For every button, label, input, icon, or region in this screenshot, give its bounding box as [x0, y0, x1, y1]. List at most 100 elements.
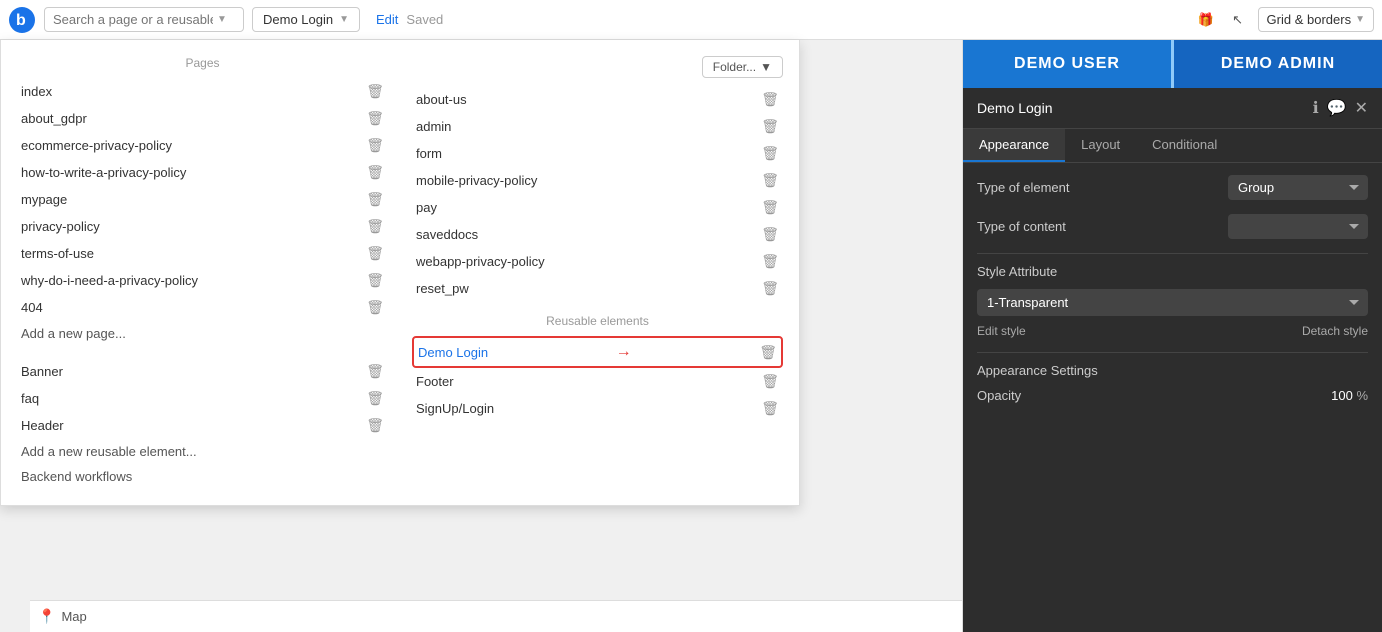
style-links: Edit style Detach style — [977, 324, 1368, 338]
delete-icon[interactable]: 🗑 — [761, 253, 779, 270]
delete-icon[interactable]: 🗑 — [366, 164, 384, 181]
right-reusable-item[interactable]: Footer 🗑 — [412, 368, 783, 395]
left-page-item[interactable]: about_gdpr🗑 — [17, 105, 388, 132]
highlighted-item-name: Demo Login — [418, 345, 488, 360]
delete-icon[interactable]: 🗑 — [366, 191, 384, 208]
left-page-item[interactable]: why-do-i-need-a-privacy-policy 🗑 — [17, 267, 388, 294]
close-icon[interactable]: ✕ — [1355, 98, 1368, 118]
delete-icon[interactable]: 🗑 — [761, 373, 779, 390]
delete-icon[interactable]: 🗑 — [761, 199, 779, 216]
left-reusable-item[interactable]: Banner🗑 — [17, 358, 388, 385]
delete-icon[interactable]: 🗑 — [366, 299, 384, 316]
right-page-item[interactable]: webapp-privacy-policy🗑 — [412, 248, 783, 275]
right-page-item[interactable]: pay 🗑 — [412, 194, 783, 221]
page-item-name: how-to-write-a-privacy-policy — [21, 165, 186, 180]
detach-style-link[interactable]: Detach style — [1302, 324, 1368, 338]
left-reusable-list: Banner🗑 faq 🗑 Header 🗑 — [17, 358, 388, 439]
left-page-item[interactable]: privacy-policy🗑 — [17, 213, 388, 240]
delete-icon[interactable]: 🗑 — [366, 137, 384, 154]
edit-style-link[interactable]: Edit style — [977, 324, 1026, 338]
demo-user-button[interactable]: DEMO USER — [963, 40, 1171, 88]
saved-label: Saved — [406, 12, 443, 27]
page-item-name: reset_pw — [416, 281, 469, 296]
delete-icon[interactable]: 🗑 — [366, 390, 384, 407]
tab-layout[interactable]: Layout — [1065, 129, 1136, 162]
props-header-icons: ℹ 💬 ✕ — [1313, 98, 1368, 118]
delete-icon[interactable]: 🗑 — [761, 145, 779, 162]
delete-icon[interactable]: 🗑 — [761, 91, 779, 108]
highlighted-reusable-item[interactable]: Demo Login→🗑 — [412, 336, 783, 368]
backend-workflows-link[interactable]: Backend workflows — [17, 464, 388, 489]
gift-icon[interactable]: 🎁 — [1194, 8, 1218, 32]
demo-admin-button[interactable]: DEMO ADMIN — [1171, 40, 1382, 88]
reusable-item-name: faq — [21, 391, 39, 406]
folder-button[interactable]: Folder... ▼ — [702, 56, 783, 78]
add-reusable-link[interactable]: Add a new reusable element... — [17, 439, 388, 464]
opacity-label: Opacity — [977, 388, 1021, 403]
left-reusable-item[interactable]: Header 🗑 — [17, 412, 388, 439]
appearance-settings-label: Appearance Settings — [977, 363, 1368, 378]
search-box[interactable]: ▼ — [44, 7, 244, 32]
delete-icon[interactable]: 🗑 — [366, 417, 384, 434]
type-of-content-select[interactable] — [1228, 214, 1368, 239]
right-pages-list: about-us🗑admin🗑form🗑mobile-privacy-polic… — [412, 86, 783, 302]
props-body: Type of element Group Type of content St… — [963, 163, 1382, 415]
opacity-value-group: 100 % — [1331, 388, 1368, 403]
type-of-element-select[interactable]: Group — [1228, 175, 1368, 200]
info-icon[interactable]: ℹ — [1313, 98, 1319, 118]
add-page-link[interactable]: Add a new page... — [17, 321, 388, 346]
page-item-name: pay — [416, 200, 437, 215]
pages-label: Pages — [17, 56, 388, 70]
delete-icon[interactable]: 🗑 — [366, 218, 384, 235]
page-item-name: why-do-i-need-a-privacy-policy — [21, 273, 198, 288]
comment-icon[interactable]: 💬 — [1327, 98, 1347, 118]
left-page-item[interactable]: 404🗑 — [17, 294, 388, 321]
opacity-unit: % — [1356, 388, 1368, 403]
left-page-item[interactable]: mypage🗑 — [17, 186, 388, 213]
delete-icon[interactable]: 🗑 — [366, 83, 384, 100]
right-reusable-item[interactable]: SignUp/Login🗑 — [412, 395, 783, 422]
reusable-item-name: Footer — [416, 374, 454, 389]
left-page-item[interactable]: terms-of-use 🗑 — [17, 240, 388, 267]
tab-conditional[interactable]: Conditional — [1136, 129, 1233, 162]
reusable-item-name: Header — [21, 418, 64, 433]
delete-icon[interactable]: 🗑 — [759, 344, 777, 361]
delete-icon[interactable]: 🗑 — [366, 272, 384, 289]
left-page-item[interactable]: how-to-write-a-privacy-policy 🗑 — [17, 159, 388, 186]
folder-chevron-icon: ▼ — [760, 60, 772, 74]
tab-appearance[interactable]: Appearance — [963, 129, 1065, 162]
right-page-item[interactable]: mobile-privacy-policy🗑 — [412, 167, 783, 194]
delete-icon[interactable]: 🗑 — [366, 363, 384, 380]
folder-label: Folder... — [713, 60, 756, 74]
delete-icon[interactable]: 🗑 — [761, 400, 779, 417]
left-page-item[interactable]: index🗑 — [17, 78, 388, 105]
cursor-icon[interactable]: ↖ — [1226, 8, 1250, 32]
right-page-item[interactable]: form🗑 — [412, 140, 783, 167]
logo[interactable]: b — [8, 6, 36, 34]
right-page-item[interactable]: saveddocs🗑 — [412, 221, 783, 248]
delete-icon[interactable]: 🗑 — [761, 118, 779, 135]
left-reusable-item[interactable]: faq 🗑 — [17, 385, 388, 412]
page-selector-label: Demo Login — [263, 12, 333, 27]
divider-1 — [977, 253, 1368, 254]
edit-button[interactable]: Edit — [376, 12, 398, 27]
type-of-content-label: Type of content — [977, 219, 1066, 234]
right-page-item[interactable]: reset_pw 🗑 — [412, 275, 783, 302]
page-item-name: about-us — [416, 92, 467, 107]
style-select[interactable]: 1-Transparent — [977, 289, 1368, 316]
left-page-item[interactable]: ecommerce-privacy-policy🗑 — [17, 132, 388, 159]
search-input[interactable] — [53, 12, 213, 27]
page-selector[interactable]: Demo Login ▼ — [252, 7, 360, 32]
page-item-name: terms-of-use — [21, 246, 94, 261]
style-attribute-label: Style Attribute — [977, 264, 1368, 279]
right-page-item[interactable]: admin🗑 — [412, 113, 783, 140]
demo-buttons-bar: DEMO USER DEMO ADMIN — [963, 40, 1382, 88]
delete-icon[interactable]: 🗑 — [761, 172, 779, 189]
grid-borders-selector[interactable]: Grid & borders ▼ — [1258, 7, 1374, 32]
right-page-item[interactable]: about-us 🗑 — [412, 86, 783, 113]
delete-icon[interactable]: 🗑 — [366, 110, 384, 127]
delete-icon[interactable]: 🗑 — [761, 226, 779, 243]
delete-icon[interactable]: 🗑 — [366, 245, 384, 262]
delete-icon[interactable]: 🗑 — [761, 280, 779, 297]
map-hint-bar: 📍 Map — [30, 600, 962, 632]
